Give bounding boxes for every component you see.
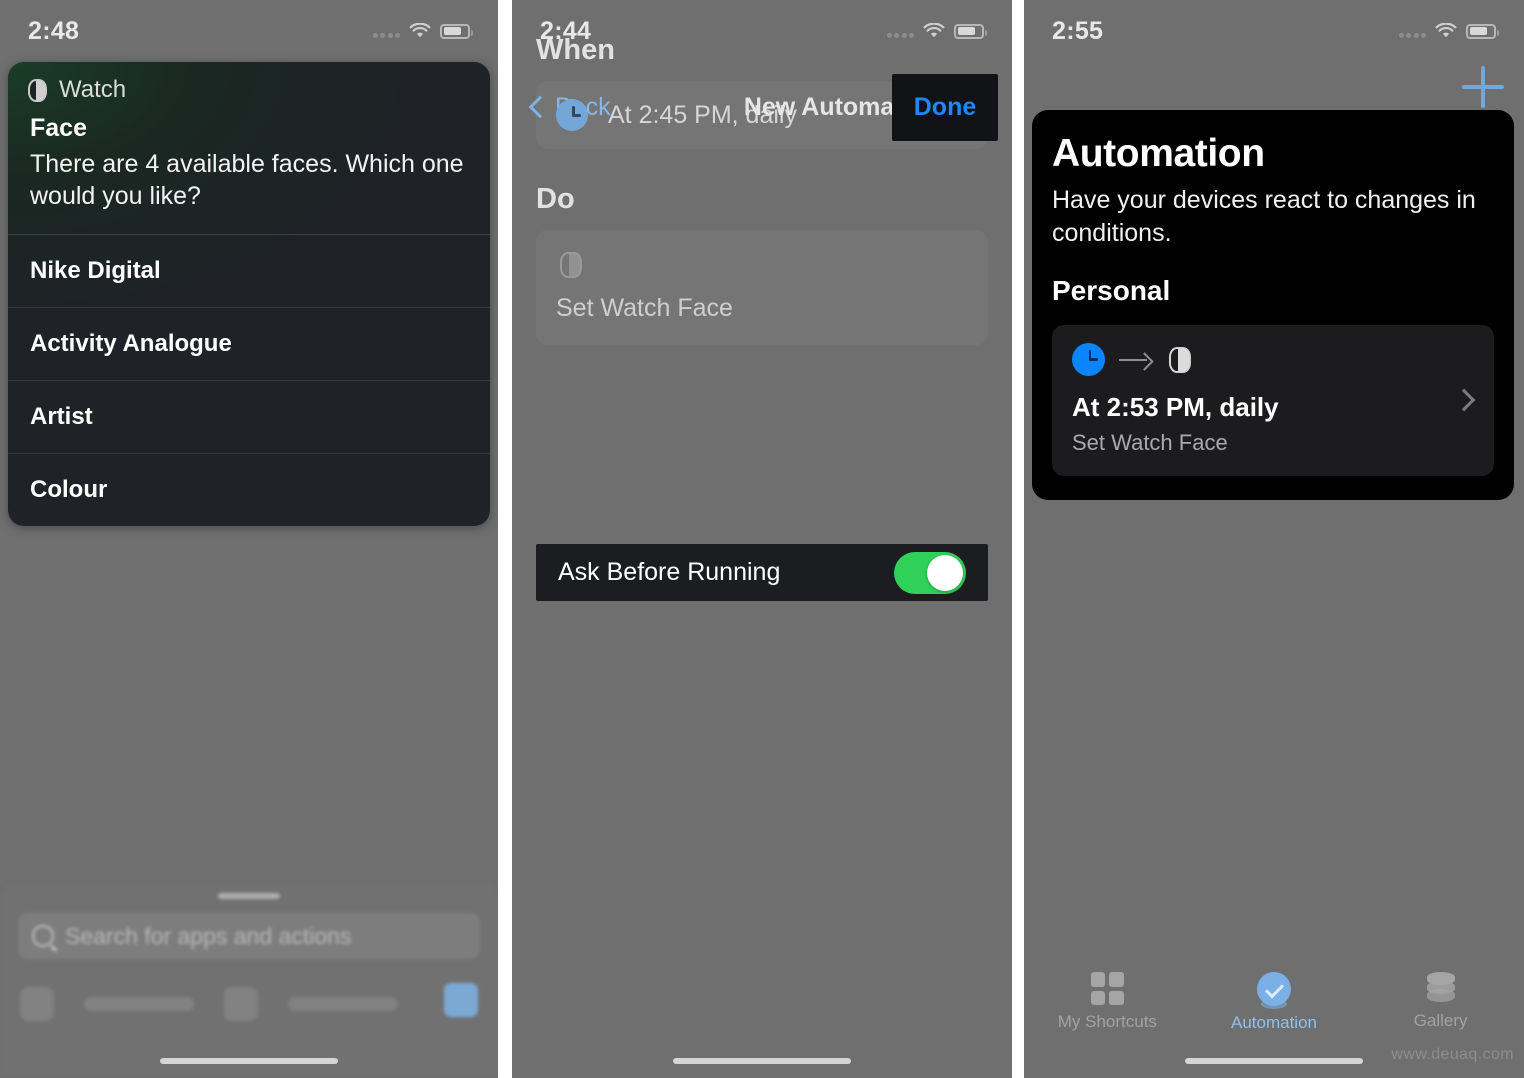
status-time: 2:48 [28,16,80,45]
group-heading-personal: Personal [1052,275,1171,306]
siri-parameter-title: Face [30,114,87,142]
sheet-ghost-icon [20,987,54,1021]
tab-gallery[interactable]: Gallery [1358,972,1523,1031]
status-indicators [372,23,473,39]
status-bar: 2:44 [512,0,1012,62]
search-icon [32,925,54,947]
wifi-icon [409,23,431,39]
arrow-right-icon [1119,353,1155,367]
battery-icon [1466,23,1499,39]
automation-list-item[interactable]: At 2:53 PM, daily Set Watch Face [1052,325,1494,476]
battery-icon [440,23,473,39]
siri-option-activity-analogue[interactable]: Activity Analogue [8,307,490,380]
sheet-ghost-label [84,997,194,1011]
status-time: 2:44 [540,16,592,45]
tab-my-shortcuts[interactable]: My Shortcuts [1025,972,1190,1032]
tab-my-shortcuts-label: My Shortcuts [1057,1012,1157,1031]
chevron-left-icon [528,95,552,119]
automation-subtitle: Set Watch Face [1072,430,1228,455]
status-bar: 2:48 [0,0,498,62]
siri-option-artist[interactable]: Artist [8,380,490,453]
tab-bar: My Shortcuts Automation Gallery [1024,966,1524,1044]
action-label: Set Watch Face [556,294,733,322]
search-input[interactable]: Search for apps and actions [18,913,480,959]
siri-option-nike-digital[interactable]: Nike Digital [8,234,490,307]
siri-response-card: Watch Face There are 4 available faces. … [8,62,490,526]
clock-icon [556,99,588,131]
grid-icon [1090,972,1124,1005]
watermark: www.deuaq.com [1391,1046,1514,1063]
sheet-accent-tile [444,983,478,1017]
sheet-ghost-label [288,997,398,1011]
layers-icon [1423,972,1459,1004]
automation-header-card: Automation Have your devices react to ch… [1032,110,1514,500]
panel-new-automation: 2:44 Back New Automation Done When At 2:… [512,0,1012,1078]
plus-icon[interactable] [1462,66,1504,108]
cellular-signal-icon [886,25,914,38]
tab-automation[interactable]: Automation [1191,972,1356,1033]
siri-option-colour[interactable]: Colour [8,453,490,526]
done-button-label: Done [913,93,977,121]
page-title: Automation [1052,132,1265,175]
tab-automation-label: Automation [1230,1013,1317,1032]
home-indicator [160,1058,338,1064]
automation-title: At 2:53 PM, daily [1072,392,1279,422]
cellular-signal-icon [1398,25,1426,38]
home-indicator [1185,1058,1363,1064]
apple-watch-icon [560,252,582,278]
status-time: 2:55 [1052,16,1104,45]
done-button[interactable]: Done [892,74,998,141]
sheet-suggestion-row [20,981,478,1027]
status-indicators [1398,23,1499,39]
home-indicator [673,1058,851,1064]
shortcuts-action-sheet: Search for apps and actions [0,883,498,1078]
ask-before-running-toggle[interactable] [894,551,966,594]
siri-app-header: Watch [8,62,490,112]
apple-watch-icon [1169,346,1191,373]
wifi-icon [1435,23,1457,39]
tab-gallery-label: Gallery [1413,1011,1468,1030]
cellular-signal-icon [372,25,400,38]
action-row[interactable]: Set Watch Face [536,230,988,345]
siri-question: Face There are 4 available faces. Which … [8,112,490,234]
clock-icon [1072,343,1105,376]
ask-before-running-row[interactable]: Ask Before Running [536,544,988,601]
wifi-icon [923,23,945,39]
sheet-ghost-icon [224,987,258,1021]
page-subtitle: Have your devices react to changes in co… [1052,186,1476,247]
siri-prompt-text: There are 4 available faces. Which one w… [30,150,464,210]
apple-watch-icon [28,78,47,102]
automation-icons [1072,343,1474,376]
three-panel-screenshot: 2:48 Watch Face There are 4 available fa… [0,0,1524,1078]
status-bar: 2:55 [1024,0,1524,62]
panel-automation-list: 2:55 Automation Have your devices react … [1024,0,1524,1078]
battery-icon [954,23,987,39]
search-placeholder: Search for apps and actions [65,922,352,949]
do-section-heading: Do [536,183,575,215]
automation-clock-icon [1256,972,1291,1009]
panel-siri-watch-face: 2:48 Watch Face There are 4 available fa… [0,0,498,1078]
siri-app-name: Watch [59,76,127,103]
status-indicators [886,23,987,39]
ask-before-running-label: Ask Before Running [558,558,781,586]
toggle-knob [927,554,963,591]
sheet-grabber[interactable] [218,893,280,899]
